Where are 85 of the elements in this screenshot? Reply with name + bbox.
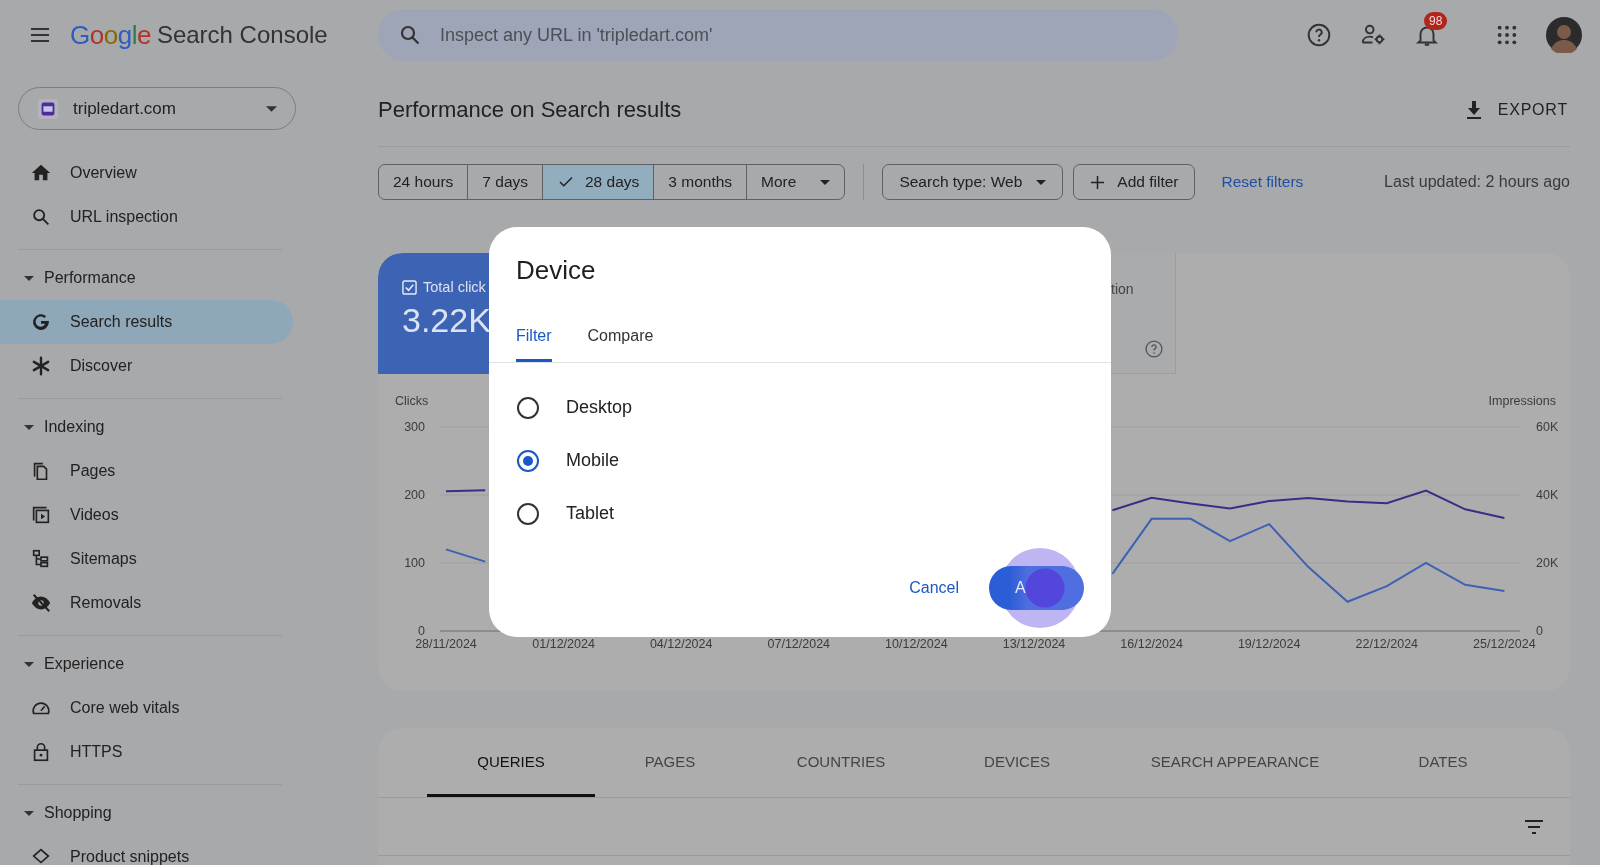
tab[interactable]: DEVICES (937, 728, 1097, 797)
x-tick-label: 13/12/2024 (1002, 637, 1066, 651)
video-pages-icon (30, 504, 52, 526)
nav-item[interactable]: Videos (0, 493, 293, 537)
y-tick-label: 40K (1536, 488, 1559, 502)
tab[interactable]: SEARCH APPEARANCE (1097, 728, 1373, 797)
axis-title: Impressions (1488, 394, 1556, 408)
nav-item[interactable]: Product snippets (0, 835, 293, 865)
diamond-icon (30, 846, 52, 865)
last-updated-text: Last updated: 2 hours ago (1384, 173, 1570, 191)
search-icon (30, 206, 52, 228)
tab[interactable]: DATES (1373, 728, 1513, 797)
apps-grid-icon[interactable] (1496, 24, 1518, 46)
y-tick-label: 300 (404, 420, 425, 434)
date-range-chip[interactable]: 3 months (653, 165, 747, 199)
help-icon[interactable] (1306, 22, 1332, 48)
nav-item[interactable]: Search results (0, 300, 293, 344)
y-tick-label: 0 (1536, 624, 1543, 638)
y-tick-label: 200 (404, 488, 425, 502)
nav-item[interactable]: Sitemaps (0, 537, 293, 581)
date-range-chip[interactable]: More (746, 165, 845, 199)
x-tick-label: 19/12/2024 (1237, 637, 1301, 651)
nav-item[interactable]: Discover (0, 344, 293, 388)
section-header[interactable]: Shopping (0, 791, 112, 835)
radio-button[interactable] (516, 448, 540, 473)
caret-icon (266, 105, 277, 112)
dialog-tab[interactable]: Filter (516, 317, 552, 363)
asterisk-icon (30, 355, 52, 377)
tab[interactable]: PAGES (595, 728, 745, 797)
y-tick-label: 0 (418, 624, 425, 638)
nav-item[interactable]: Core web vitals (0, 686, 293, 730)
nav-item[interactable]: Overview (0, 151, 293, 195)
date-range-chip[interactable]: 24 hours (379, 165, 468, 199)
caret-icon (24, 808, 34, 818)
help-icon[interactable] (1144, 339, 1164, 359)
apply-button[interactable]: A (989, 566, 1084, 610)
site-icon (37, 97, 59, 120)
nav-item[interactable]: URL inspection (0, 195, 293, 239)
tab[interactable]: QUERIES (427, 728, 595, 797)
eye-off-icon (30, 592, 52, 614)
x-tick-label: 01/12/2024 (532, 637, 595, 651)
radio-button[interactable] (516, 395, 540, 420)
y-tick-label: 20K (1536, 556, 1559, 570)
date-range-chip[interactable]: 28 days (542, 165, 654, 199)
nav-item[interactable]: Removals (0, 581, 293, 625)
x-tick-label: 16/12/2024 (1120, 637, 1183, 651)
caret-icon (820, 179, 831, 185)
option-label: Tablet (566, 503, 615, 524)
radio-button[interactable] (516, 501, 540, 526)
checkbox-icon (402, 279, 417, 295)
url-inspect-field[interactable]: Inspect any URL in 'tripledart.com' (378, 9, 1178, 61)
export-button[interactable]: EXPORT (1461, 91, 1568, 128)
caret-icon (24, 422, 34, 432)
caret-icon (24, 273, 34, 283)
option-label: Desktop (566, 397, 633, 418)
nav-item[interactable]: HTTPS (0, 730, 293, 774)
x-tick-label: 28/11/2024 (415, 637, 477, 651)
plus-icon (1090, 174, 1106, 190)
y-tick-label: 60K (1536, 420, 1559, 434)
g-logo-icon (30, 311, 52, 333)
nav-item[interactable]: Pages (0, 449, 293, 493)
option-label: Mobile (566, 450, 620, 471)
section-header[interactable]: Experience (0, 642, 125, 686)
dialog-tab[interactable]: Compare (587, 317, 654, 363)
caret-icon (24, 659, 34, 669)
section-header[interactable]: Indexing (0, 405, 105, 449)
section-header[interactable]: Performance (0, 256, 136, 300)
y-tick-label: 100 (404, 556, 425, 570)
cancel-button[interactable]: Cancel (901, 571, 967, 605)
x-tick-label: 25/12/2024 (1473, 637, 1536, 651)
x-tick-label: 22/12/2024 (1355, 637, 1419, 651)
axis-title: Clicks (395, 394, 429, 408)
x-tick-label: 10/12/2024 (885, 637, 948, 651)
x-tick-label: 04/12/2024 (649, 637, 713, 651)
add-filter-button[interactable]: Add filter (1073, 164, 1196, 200)
product-name: Search Console (156, 21, 328, 49)
notification-badge: 98 (1424, 12, 1448, 30)
x-tick-label: 07/12/2024 (767, 637, 831, 651)
search-icon (398, 23, 422, 47)
caret-icon (1036, 179, 1047, 185)
search-type-dropdown[interactable]: Search type: Web (882, 164, 1064, 200)
tab[interactable]: COUNTRIES (745, 728, 937, 797)
page-title: Performance on Search results (378, 96, 682, 123)
avatar[interactable] (1546, 17, 1582, 53)
dialog-title: Device (516, 255, 596, 286)
